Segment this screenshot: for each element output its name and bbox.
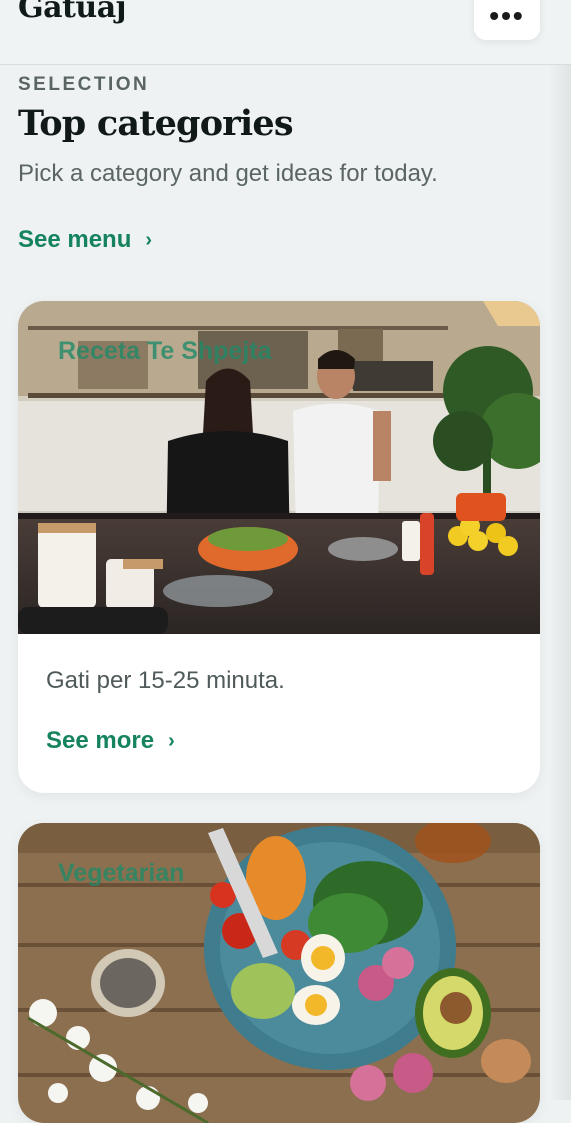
right-edge-shade — [549, 0, 571, 1100]
section-eyebrow: SELECTION — [18, 74, 150, 95]
category-card-quick-recipes[interactable]: Receta Te Shpejta Gati per 15-25 minuta.… — [18, 301, 540, 793]
see-menu-label: See menu — [18, 226, 132, 253]
chevron-right-icon: › — [145, 228, 153, 251]
chevron-right-icon: › — [168, 729, 175, 752]
see-menu-link[interactable]: See menu › — [18, 226, 152, 254]
app-title: Gatuaj — [18, 0, 127, 25]
see-more-label: See more — [46, 727, 155, 754]
category-card-vegetarian[interactable]: Vegetarian — [18, 823, 540, 1123]
more-menu-button[interactable]: ••• — [474, 0, 540, 40]
page-title: Top categories — [18, 103, 294, 144]
card-category-tag: Receta Te Shpejta — [58, 337, 272, 365]
page-subtitle: Pick a category and get ideas for today. — [18, 160, 438, 187]
card-description: Gati per 15-25 minuta. — [46, 667, 285, 694]
card-category-tag: Vegetarian — [58, 859, 185, 887]
see-more-link[interactable]: See more › — [46, 727, 175, 755]
top-bar: Gatuaj ••• — [0, 0, 571, 65]
